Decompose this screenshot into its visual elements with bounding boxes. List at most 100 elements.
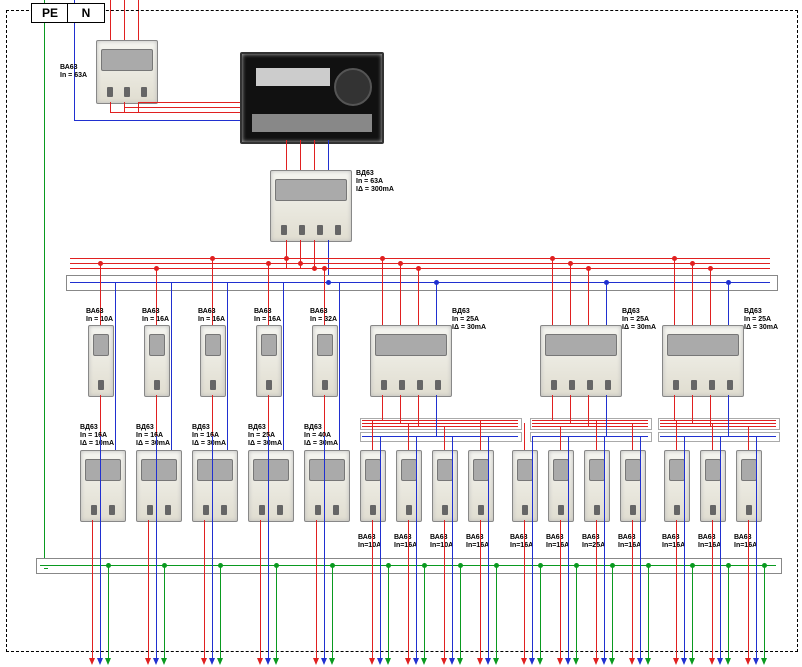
- rcd-b: [540, 325, 622, 397]
- rcd-b-spec: ВД63 In = 25A IΔ = 30mA: [622, 308, 656, 332]
- w: [632, 423, 633, 450]
- bus-l1: [70, 258, 770, 259]
- dot: [98, 261, 103, 266]
- w: [532, 426, 648, 427]
- w: [382, 395, 383, 420]
- rcd2-1-spec: ВД63 In = 16A IΔ = 10mA: [80, 424, 114, 448]
- rcd2-3-spec: ВД63 In = 16A IΔ = 30mA: [192, 424, 226, 448]
- w: [692, 395, 693, 423]
- w: [436, 395, 437, 436]
- w: [728, 395, 729, 436]
- dot: [708, 266, 713, 271]
- mcbB-2-spec: ВА63 In=16A: [394, 534, 417, 550]
- energy-meter: [240, 52, 384, 144]
- mcbB-6-spec: ВА63 In=16A: [546, 534, 569, 550]
- rcd2-1: [80, 450, 126, 522]
- w: [710, 395, 711, 426]
- dot: [284, 256, 289, 261]
- w: [552, 258, 553, 325]
- mcbB-3-spec: ВА63 In=10A: [430, 534, 453, 550]
- mcb-top-4: [256, 325, 282, 397]
- dot: [550, 256, 555, 261]
- dot: [312, 266, 317, 271]
- dot: [586, 266, 591, 271]
- rcd-c-spec: ВД63 In = 25A IΔ = 30mA: [744, 308, 778, 332]
- w: [110, 112, 240, 113]
- mcbB-8-spec: ВА63 In=16A: [618, 534, 641, 550]
- w: [372, 420, 373, 450]
- mcbB-6: [548, 450, 574, 522]
- main-breaker: [96, 40, 158, 104]
- rcd-c: [662, 325, 744, 397]
- mcbB-11-spec: ВА63 In=16A: [734, 534, 757, 550]
- w: [418, 268, 419, 325]
- w: [328, 140, 329, 170]
- dot: [380, 256, 385, 261]
- mcbB-9: [664, 450, 690, 522]
- n-busbar-upper: [66, 275, 778, 291]
- terminal-pe: PE: [31, 3, 69, 23]
- dot: [604, 280, 609, 285]
- w: [408, 423, 409, 450]
- w: [570, 395, 571, 423]
- w: [382, 258, 383, 325]
- rcd2-2-spec: ВД63 In = 16A IΔ = 30mA: [136, 424, 170, 448]
- mcbB-4-spec: ВА63 In=16A: [466, 534, 489, 550]
- w: [692, 263, 693, 325]
- w: [227, 282, 228, 450]
- mcb-top-4-spec: ВА63 In = 16A: [254, 308, 281, 324]
- w: [362, 426, 518, 427]
- w: [660, 436, 776, 437]
- w: [362, 436, 518, 437]
- w: [115, 282, 116, 450]
- mcbB-5: [512, 450, 538, 522]
- mcbB-8: [620, 450, 646, 522]
- mcb-top-5-spec: ВА63 In = 32A: [310, 308, 337, 324]
- w: [110, 102, 111, 112]
- w: [674, 395, 675, 420]
- w: [606, 395, 607, 436]
- w: [283, 282, 284, 450]
- w: [362, 420, 518, 421]
- w: [532, 436, 648, 437]
- w: [400, 263, 401, 325]
- rcd-a-spec: ВД63 In = 25A IΔ = 30mA: [452, 308, 486, 332]
- mcbB-5-spec: ВА63 In=16A: [510, 534, 533, 550]
- mcb-top-5: [312, 325, 338, 397]
- dot: [298, 261, 303, 266]
- w: [444, 426, 445, 450]
- w: [124, 107, 242, 108]
- w: [660, 423, 776, 424]
- bus-n: [70, 282, 770, 283]
- terminal-n: N: [67, 3, 105, 23]
- w: [660, 426, 776, 427]
- mcbB-9-spec: ВА63 In=16A: [662, 534, 685, 550]
- w: [328, 240, 329, 280]
- wire: [74, 120, 182, 121]
- w: [552, 395, 553, 420]
- mcbB-10-spec: ВА63 In=16A: [698, 534, 721, 550]
- rcd2-5: [304, 450, 350, 522]
- mcbB-7: [584, 450, 610, 522]
- w: [532, 420, 648, 421]
- mcbB-1: [360, 450, 386, 522]
- mcbB-11: [736, 450, 762, 522]
- bus-l2: [70, 263, 770, 264]
- rcd2-4-spec: ВД63 In = 25A IΔ = 30mA: [248, 424, 282, 448]
- main-breaker-spec: ВА63 In = 63A: [60, 64, 87, 80]
- wiring-diagram: PE N ВА63 In = 63A ВД63 In = 63A IΔ = 30…: [0, 0, 802, 667]
- dot: [210, 256, 215, 261]
- minibus-a-blue: [360, 432, 522, 442]
- w: [339, 282, 340, 450]
- mcbB-4: [468, 450, 494, 522]
- w: [596, 420, 597, 450]
- w: [524, 423, 525, 450]
- dot: [322, 266, 327, 271]
- dot: [398, 261, 403, 266]
- w: [728, 282, 729, 325]
- mcb-top-1: [88, 325, 114, 397]
- w: [286, 140, 287, 170]
- w: [532, 423, 648, 424]
- w: [300, 140, 301, 170]
- dot: [266, 261, 271, 266]
